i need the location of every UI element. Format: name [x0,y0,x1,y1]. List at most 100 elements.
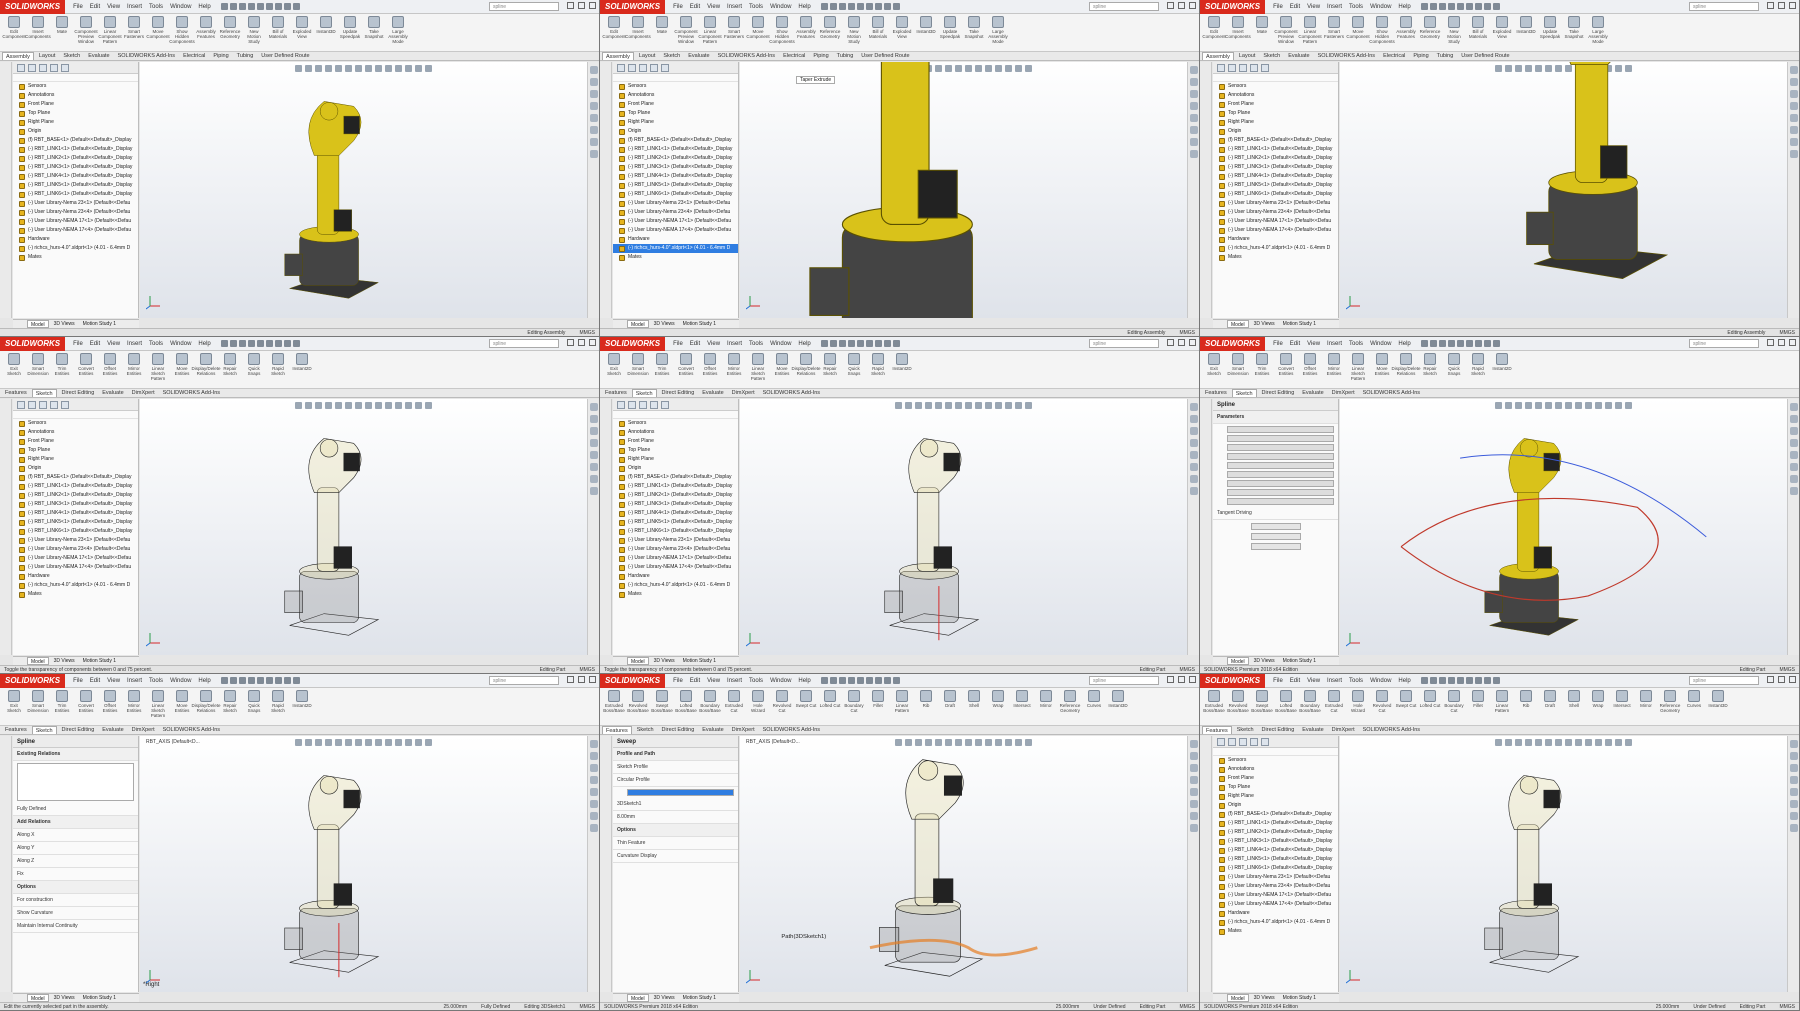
tool-insert-components[interactable]: Insert Components [1225,16,1251,39]
task-pane-icon[interactable] [590,427,598,435]
tree-node[interactable]: Sensors [13,82,138,91]
tab-solidworks-add-ins[interactable]: SOLIDWORKS Add-Ins [115,52,178,60]
tool-curves[interactable]: Curves [1683,690,1705,708]
tool-smart-fasteners[interactable]: Smart Fasteners [1323,16,1345,39]
tool-linear-sketch-pattern[interactable]: Linear Sketch Pattern [1347,353,1369,381]
task-pane-icon[interactable] [1190,487,1198,495]
tab-layout[interactable]: Layout [636,52,659,60]
quick-tool-icon[interactable] [874,340,882,347]
quick-tool-icon[interactable] [829,677,837,684]
task-pane-icon[interactable] [1790,415,1798,423]
tool-rapid-sketch[interactable]: Rapid Sketch [1467,353,1489,376]
tab-evaluate[interactable]: Evaluate [99,726,126,734]
menu-view[interactable]: View [107,678,120,684]
tool-move-component[interactable]: Move Component [146,16,170,39]
tool-trim-entities[interactable]: Trim Entities [51,353,73,376]
menu-tools[interactable]: Tools [149,4,163,10]
quick-tool-icon[interactable] [1420,677,1428,684]
tab-3d-views[interactable]: 3D Views [1251,657,1278,665]
button-relax-spline[interactable] [1250,543,1301,550]
tree-node[interactable]: Right Plane [13,118,138,127]
feature-manager-icon[interactable] [1217,738,1225,746]
menu-edit[interactable]: Edit [90,341,100,347]
quick-tool-icon[interactable] [874,3,882,10]
tool-reference-geometry[interactable]: Reference Geometry [1659,690,1681,713]
tool-rapid-sketch[interactable]: Rapid Sketch [867,353,889,376]
tree-node[interactable]: Right Plane [1213,792,1338,801]
menu-edit[interactable]: Edit [1290,4,1300,10]
tree-node[interactable]: (-) User Library-NEMA 17<1> (Default<<De… [13,217,138,226]
tree-filter[interactable] [1213,74,1338,82]
menu-view[interactable]: View [1307,4,1320,10]
task-pane-icon[interactable] [1190,427,1198,435]
tool-instant3d[interactable]: Instant3D [1515,16,1537,34]
tool-bill-of-materials[interactable]: Bill of Materials [867,16,889,39]
restore-icon[interactable] [1178,2,1185,9]
property-manager-icon[interactable] [28,64,36,72]
tree-node[interactable]: (-) richcs_hurs-4.0''.sldprt<1> (4.01 - … [613,581,738,590]
tree-node[interactable]: (-) User Library-Nema 23<4> (Default<<De… [13,545,138,554]
quick-tool-icon[interactable] [220,340,228,347]
menu-tools[interactable]: Tools [749,341,763,347]
tree-node[interactable]: Top Plane [613,446,738,455]
task-pane-icon[interactable] [1190,824,1198,832]
tool-rib[interactable]: Rib [915,690,937,708]
status-units[interactable]: MMGS [1179,329,1195,336]
tree-node[interactable]: (-) RBT_LINK5<1> (Default<<Default>_Disp… [613,181,738,190]
tool-component-preview-window[interactable]: Component Preview Window [674,16,698,44]
tool-quick-snaps[interactable]: Quick Snaps [243,690,265,713]
quick-tool-icon[interactable] [283,3,291,10]
tab-dimxpert[interactable]: DimXpert [729,389,758,397]
restore-icon[interactable] [1778,676,1785,683]
tab-direct-editing[interactable]: Direct Editing [1259,389,1298,397]
graphics-viewport[interactable] [1340,736,1787,992]
close-icon[interactable] [1789,2,1796,9]
task-pane-icon[interactable] [1190,403,1198,411]
tool-update-speedpak[interactable]: Update Speedpak [339,16,361,39]
tab-electrical[interactable]: Electrical [780,52,808,60]
task-pane-icon[interactable] [1790,800,1798,808]
tool-display-delete-relations[interactable]: Display/Delete Relations [192,690,221,713]
menu-view[interactable]: View [1307,341,1320,347]
display-manager-icon[interactable] [61,64,69,72]
task-pane-icon[interactable] [1790,90,1798,98]
tab-solidworks-add-ins[interactable]: SOLIDWORKS Add-Ins [1360,389,1423,397]
tab-piping[interactable]: Piping [210,52,231,60]
task-pane-icon[interactable] [590,439,598,447]
tool-rib[interactable]: Rib [1515,690,1537,708]
tab-motion-study-1[interactable]: Motion Study 1 [680,657,719,665]
tool-quick-snaps[interactable]: Quick Snaps [1443,353,1465,376]
tab-dimxpert[interactable]: DimXpert [1329,389,1358,397]
tool-quick-snaps[interactable]: Quick Snaps [243,353,265,376]
tab-sketch[interactable]: Sketch [660,52,683,60]
quick-tool-icon[interactable] [829,3,837,10]
status-units[interactable]: MMGS [579,1003,595,1010]
quick-tool-icon[interactable] [1429,3,1437,10]
tool-linear-sketch-pattern[interactable]: Linear Sketch Pattern [747,353,769,381]
tree-node[interactable]: (-) RBT_LINK5<1> (Default<<Default>_Disp… [1213,855,1338,864]
tree-filter[interactable] [13,74,138,82]
quick-tool-icon[interactable] [274,3,282,10]
tool-show-hidden-components[interactable]: Show Hidden Components [769,16,795,44]
tree-node[interactable]: (-) RBT_LINK1<1> (Default<<Default>_Disp… [1213,145,1338,154]
search-input[interactable]: spline [1089,2,1159,11]
quick-tool-icon[interactable] [292,677,300,684]
minimize-icon[interactable] [567,2,574,9]
tree-node[interactable]: (-) User Library-Nema 23<4> (Default<<De… [613,545,738,554]
relation-along-x[interactable]: Along X [13,829,138,842]
tool-move-component[interactable]: Move Component [1346,16,1370,39]
menu-view[interactable]: View [707,4,720,10]
menu-insert[interactable]: Insert [727,341,742,347]
tree-node[interactable]: Annotations [1213,765,1338,774]
tree-node[interactable]: (f) RBT_BASE<1> (Default<<Default>_Displ… [13,473,138,482]
relation-along-z[interactable]: Along Z [13,855,138,868]
tree-node[interactable]: (-) RBT_LINK6<1> (Default<<Default>_Disp… [13,190,138,199]
tab-sketch[interactable]: Sketch [1260,52,1283,60]
tree-node[interactable]: Origin [1213,127,1338,136]
quick-tool-icon[interactable] [856,340,864,347]
task-pane-icon[interactable] [1790,752,1798,760]
minimize-icon[interactable] [567,676,574,683]
tree-node[interactable]: (-) RBT_LINK5<1> (Default<<Default>_Disp… [13,181,138,190]
tool-fillet[interactable]: Fillet [1467,690,1489,708]
quick-tool-icon[interactable] [1492,3,1500,10]
